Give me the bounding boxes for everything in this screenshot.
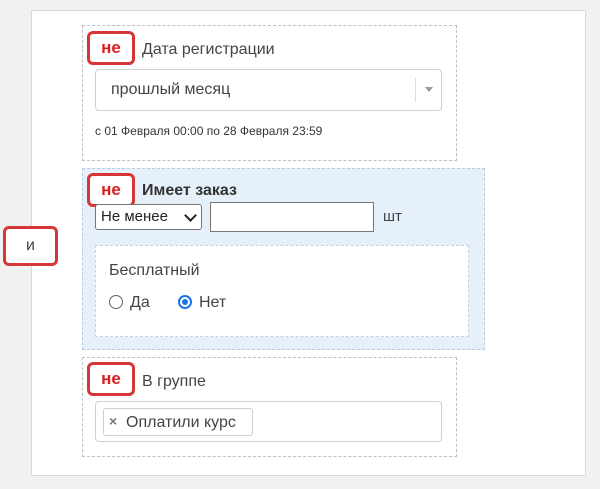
select-separator (415, 78, 416, 102)
quantity-unit: шт (383, 208, 402, 225)
comparator-value: Не менее (101, 208, 168, 225)
registration-date-label: Дата регистрации (142, 41, 275, 58)
negate-order-toggle[interactable]: не (87, 173, 135, 207)
period-select[interactable]: прошлый месяц (95, 69, 442, 111)
group-tag-label: Оплатили курс (126, 414, 236, 431)
caret-down-icon (425, 87, 433, 92)
and-operator-toggle[interactable]: и (3, 226, 58, 266)
negate-registration-toggle[interactable]: не (87, 31, 135, 65)
date-range-text: с 01 Февраля 00:00 по 28 Февраля 23:59 (95, 124, 323, 138)
in-group-label: В группе (142, 373, 206, 390)
free-label: Бесплатный (109, 262, 200, 279)
chevron-down-icon (184, 209, 197, 222)
radio-selected-dot (182, 299, 188, 305)
free-order-subcondition (95, 245, 469, 337)
period-select-value: прошлый месяц (111, 81, 231, 98)
comparator-select[interactable]: Не менее (95, 204, 202, 230)
filter-page: и не Дата регистрации прошлый месяц с 01… (0, 0, 600, 489)
free-yes-label[interactable]: Да (130, 294, 150, 312)
group-tag: × Оплатили курс (103, 408, 253, 436)
has-order-label: Имеет заказ (142, 182, 237, 199)
free-no-label[interactable]: Нет (199, 294, 226, 312)
free-no-radio[interactable] (178, 295, 192, 309)
remove-tag-icon[interactable]: × (109, 413, 117, 429)
negate-group-toggle[interactable]: не (87, 362, 135, 396)
quantity-input[interactable] (210, 202, 374, 232)
free-yes-radio[interactable] (109, 295, 123, 309)
